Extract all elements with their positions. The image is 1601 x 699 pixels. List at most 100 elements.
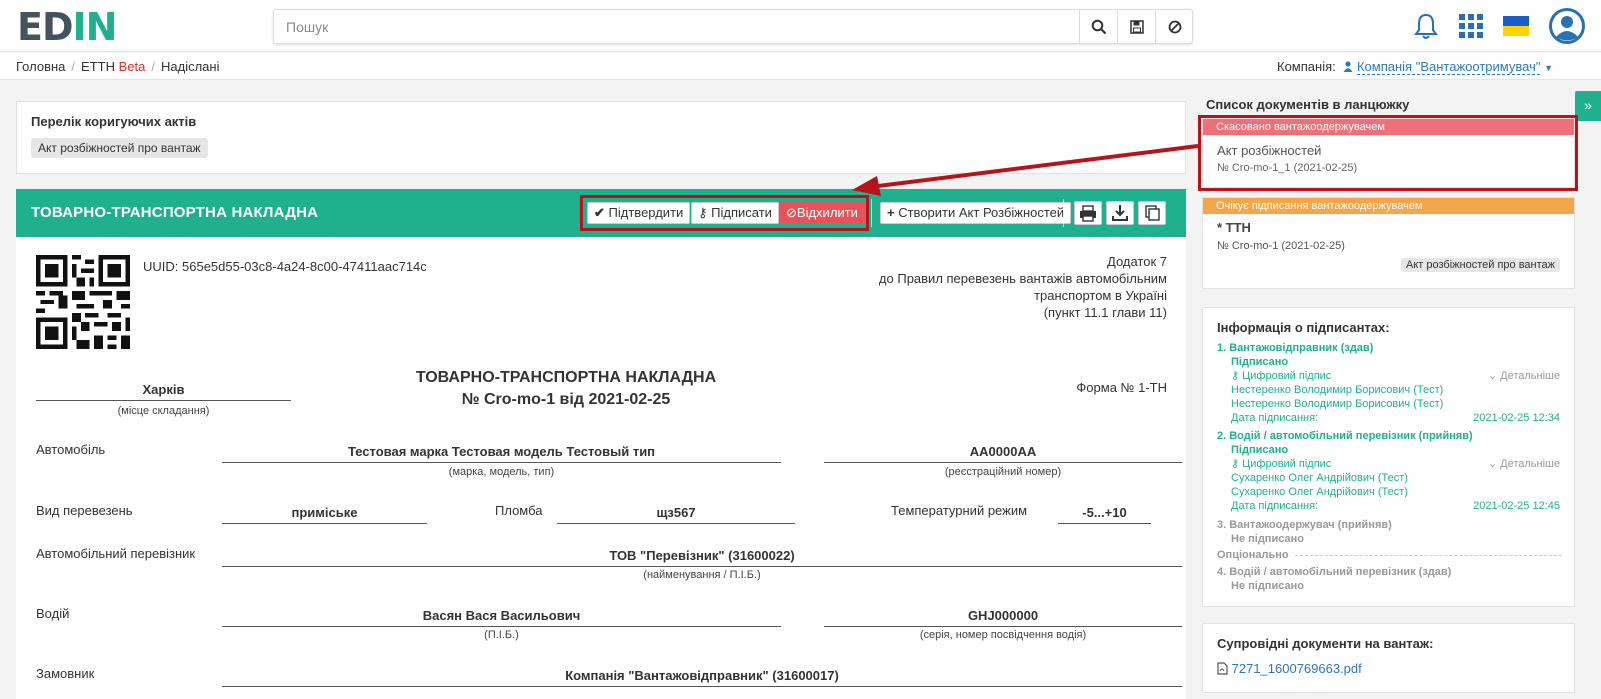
place-caption: (місце складання)	[117, 405, 210, 417]
search-bar	[273, 9, 1193, 44]
logo-part-2: IN	[72, 5, 118, 49]
signer-2-details-toggle[interactable]: ⌄ Детальніше	[1488, 457, 1560, 471]
signer-1-signature[interactable]: ⚷ Цифровий підпис	[1231, 369, 1331, 383]
signer-2-date: 2021-02-25 12:45	[1473, 500, 1560, 512]
car-label: Автомобіль	[36, 442, 106, 457]
caret-down-icon: ▼	[1544, 63, 1553, 73]
print-button[interactable]	[1074, 201, 1102, 225]
document-toolbar-title: ТОВАРНО-ТРАНСПОРТНА НАКЛАДНА	[31, 204, 319, 221]
car-caption: (марка, модель, тип)	[448, 466, 555, 478]
download-icon	[1112, 205, 1128, 221]
seal-label: Пломба	[495, 503, 543, 518]
breadcrumb: Головна / ЕТТН Beta / Надіслані	[16, 59, 220, 74]
signer-1-date: 2021-02-25 12:34	[1473, 412, 1560, 424]
copy-button[interactable]	[1138, 201, 1166, 225]
save-icon	[1129, 19, 1144, 34]
signer-1-name-2: Нестеренко Володимир Борисович (Тест)	[1231, 398, 1444, 410]
supporting-docs-title: Супровідні документи на вантаж:	[1217, 636, 1434, 651]
company-value: Компанія "Вантажоотримувач"	[1356, 59, 1541, 75]
user-icon	[1343, 61, 1353, 72]
apps-menu-button[interactable]	[1455, 10, 1487, 42]
signer-2-name: Сухаренко Олег Андрійович (Тест)	[1231, 472, 1408, 484]
download-button[interactable]	[1106, 201, 1134, 225]
ukraine-flag-icon	[1503, 16, 1529, 36]
search-button[interactable]	[1079, 10, 1117, 43]
breadcrumb-home[interactable]: Головна	[16, 59, 65, 74]
company-label: Компанія:	[1277, 59, 1336, 74]
signers-panel: Інформація о підписантах: 1. Вантажовідп…	[1202, 307, 1575, 607]
highlight-chain-doc	[1198, 115, 1578, 191]
breadcrumb-ettn[interactable]: ЕТТН Beta	[81, 59, 145, 74]
supporting-docs-panel: Супровідні документи на вантаж: 7271_160…	[1202, 623, 1575, 693]
signer-1-details-toggle[interactable]: ⌄ Детальніше	[1488, 369, 1560, 383]
bell-icon	[1414, 13, 1438, 39]
edin-logo[interactable]: EDIN	[17, 5, 118, 49]
document-title: ТОВАРНО-ТРАНСПОРТНА НАКЛАДНА № Cro-mo-1 …	[415, 369, 717, 408]
company-selector[interactable]: Компанія: Компанія "Вантажоотримувач" ▼	[1277, 59, 1553, 75]
notifications-button[interactable]	[1410, 10, 1442, 42]
clear-search-button[interactable]	[1155, 10, 1193, 43]
license-value: GHJ000000	[824, 608, 1182, 627]
carrier-label: Автомобільний перевізник	[36, 546, 196, 561]
signer-1-name: Нестеренко Володимир Борисович (Тест)	[1231, 384, 1444, 396]
form-number: Форма № 1-ТН	[1076, 380, 1167, 395]
chain-doc-name: * ТТН	[1217, 220, 1251, 235]
save-search-button[interactable]	[1117, 10, 1155, 43]
license-caption: (серія, номер посвідчення водія)	[919, 629, 1087, 641]
user-menu-button[interactable]	[1548, 7, 1586, 45]
transport-type-label: Вид перевезень	[36, 503, 133, 518]
signer-2-role: 2. Водій / автомобільний перевізник (при…	[1217, 430, 1473, 442]
seal-value: щз567	[557, 505, 795, 524]
qr-code	[36, 255, 130, 349]
appendix-note: Додаток 7 до Правил перевезень вантажів …	[878, 254, 1167, 320]
signer-1-role: 1. Вантажовідправник (здав)	[1217, 342, 1374, 354]
breadcrumb-current: Надіслані	[160, 59, 220, 74]
driver-caption: (П.І.Б.)	[484, 629, 519, 641]
signer-3-status: Не підписано	[1231, 533, 1304, 545]
driver-value: Васян Вася Васильович	[222, 608, 781, 627]
signers-title: Інформація о підписантах:	[1217, 320, 1390, 335]
create-discrepancy-act-button[interactable]: + Створити Акт Розбіжностей	[880, 202, 1072, 224]
pdf-file-icon	[1217, 662, 1228, 675]
print-icon	[1080, 205, 1096, 222]
customer-label: Замовник	[36, 666, 95, 681]
place-value: Харків	[36, 382, 291, 401]
carrier-caption: (найменування / П.І.Б.)	[643, 569, 761, 581]
toolbar-divider	[1063, 199, 1064, 227]
temperature-label: Температурний режим	[891, 503, 1028, 518]
language-switcher[interactable]	[1500, 10, 1532, 42]
corrective-acts-panel: Перелік коригуючих актів Акт розбіжносте…	[16, 101, 1186, 174]
signer-2-date-label: Дата підписання:	[1231, 500, 1319, 512]
sidebar-toggle-button[interactable]: »	[1575, 91, 1601, 121]
chain-title: Список документів в ланцюжку	[1206, 97, 1410, 112]
plus-icon: +	[887, 205, 895, 220]
signer-2-signature[interactable]: ⚷ Цифровий підпис	[1231, 457, 1331, 471]
logo-part-1: ED	[17, 5, 74, 49]
chain-doc-ttn[interactable]: Очікує підписання вантажоодержувачем * Т…	[1202, 197, 1575, 289]
cancel-icon	[1168, 20, 1181, 33]
apps-grid-icon	[1459, 14, 1483, 38]
copy-icon	[1145, 205, 1160, 221]
customer-value: Компанія "Вантажовідправник" (31600017)	[222, 668, 1182, 687]
supporting-doc-link[interactable]: 7271_1600769663.pdf	[1217, 661, 1362, 676]
signer-4-status: Не підписано	[1231, 580, 1304, 592]
signer-4-role: 4. Водій / автомобільний перевізник (зда…	[1217, 566, 1452, 578]
car-value: Тестовая марка Тестовая модель Тестовый …	[222, 444, 781, 463]
search-icon	[1091, 19, 1106, 34]
key-icon: ⚷	[1231, 458, 1240, 470]
chain-doc-number: № Cro-mo-1 (2021-02-25)	[1217, 240, 1345, 252]
document-body: UUID: 565e5d55-03c8-4a24-8c00-47411aac71…	[16, 237, 1186, 699]
document-toolbar: ТОВАРНО-ТРАНСПОРТНА НАКЛАДНА ✔ Підтверди…	[16, 189, 1186, 237]
corrective-act-tag[interactable]: Акт розбіжностей про вантаж	[31, 138, 208, 158]
plate-value: AA0000AA	[824, 444, 1182, 463]
document-uuid: UUID: 565e5d55-03c8-4a24-8c00-47411aac71…	[143, 259, 427, 274]
search-input[interactable]	[274, 10, 1079, 43]
top-navbar: EDIN	[0, 0, 1601, 52]
temperature-value: -5...+10	[1058, 505, 1151, 524]
chevron-down-icon: ⌄	[1487, 370, 1498, 382]
beta-badge: Beta	[118, 59, 146, 74]
breadcrumb-bar: Головна / ЕТТН Beta / Надіслані Компанія: Ко…	[0, 53, 1601, 80]
signer-2-status: Підписано	[1231, 444, 1289, 456]
plate-caption: (реєстраційний номер)	[944, 466, 1062, 478]
signer-1-status: Підписано	[1231, 356, 1289, 368]
